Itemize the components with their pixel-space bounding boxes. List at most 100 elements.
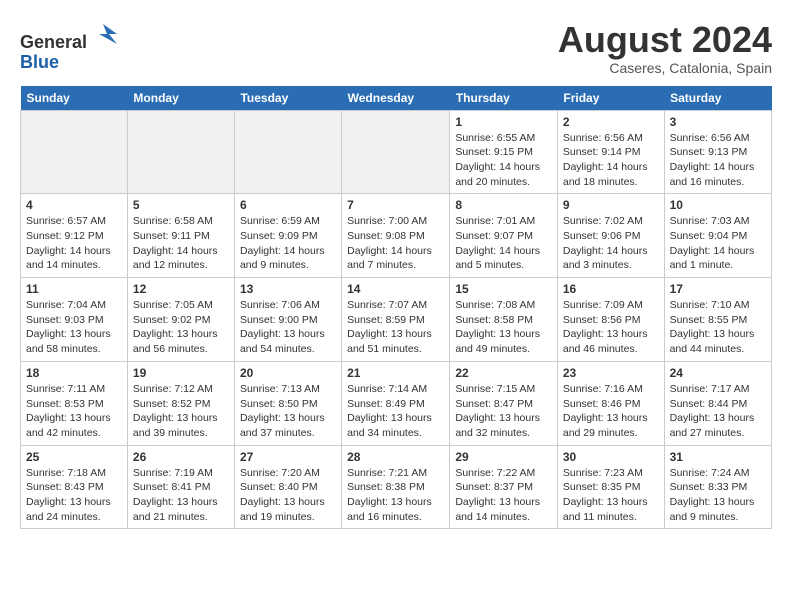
day-info: Sunrise: 6:59 AM Sunset: 9:09 PM Dayligh… <box>240 214 336 273</box>
calendar-cell: 2 Sunrise: 6:56 AM Sunset: 9:14 PM Daylig… <box>557 110 664 194</box>
day-info: Sunrise: 7:21 AM Sunset: 8:38 PM Dayligh… <box>347 466 444 525</box>
day-number: 29 <box>455 450 552 464</box>
day-number: 12 <box>133 282 229 296</box>
calendar-cell: 14 Sunrise: 7:07 AM Sunset: 8:59 PM Dayli… <box>342 278 450 362</box>
weekday-header-wednesday: Wednesday <box>342 86 450 111</box>
day-info: Sunrise: 6:58 AM Sunset: 9:11 PM Dayligh… <box>133 214 229 273</box>
weekday-header-friday: Friday <box>557 86 664 111</box>
calendar-cell: 11Sunrise: 7:04 AM Sunset: 9:03 PM Dayli… <box>21 278 128 362</box>
day-info: Sunrise: 7:01 AM Sunset: 9:07 PM Dayligh… <box>455 214 552 273</box>
day-number: 6 <box>240 198 336 212</box>
weekday-header-saturday: Saturday <box>664 86 771 111</box>
week-row-2: 4 Sunrise: 6:57 AM Sunset: 9:12 PM Daylig… <box>21 194 772 278</box>
day-info: Sunrise: 7:10 AM Sunset: 8:55 PM Dayligh… <box>670 298 766 357</box>
day-info: Sunrise: 7:00 AM Sunset: 9:08 PM Dayligh… <box>347 214 444 273</box>
week-row-5: 25Sunrise: 7:18 AM Sunset: 8:43 PM Dayli… <box>21 445 772 529</box>
logo: General Blue <box>20 20 117 73</box>
calendar-table: SundayMondayTuesdayWednesdayThursdayFrid… <box>20 86 772 530</box>
month-year-title: August 2024 <box>558 20 772 60</box>
day-number: 7 <box>347 198 444 212</box>
day-info: Sunrise: 7:11 AM Sunset: 8:53 PM Dayligh… <box>26 382 122 441</box>
calendar-cell: 17Sunrise: 7:10 AM Sunset: 8:55 PM Dayli… <box>664 278 771 362</box>
day-info: Sunrise: 7:12 AM Sunset: 8:52 PM Dayligh… <box>133 382 229 441</box>
day-number: 2 <box>563 115 659 129</box>
calendar-cell: 26 Sunrise: 7:19 AM Sunset: 8:41 PM Dayli… <box>127 445 234 529</box>
day-info: Sunrise: 7:18 AM Sunset: 8:43 PM Dayligh… <box>26 466 122 525</box>
calendar-cell: 21Sunrise: 7:14 AM Sunset: 8:49 PM Dayli… <box>342 361 450 445</box>
logo-general: General <box>20 32 87 52</box>
day-info: Sunrise: 7:06 AM Sunset: 9:00 PM Dayligh… <box>240 298 336 357</box>
week-row-1: 1 Sunrise: 6:55 AM Sunset: 9:15 PM Daylig… <box>21 110 772 194</box>
day-number: 26 <box>133 450 229 464</box>
day-info: Sunrise: 7:23 AM Sunset: 8:35 PM Dayligh… <box>563 466 659 525</box>
logo-bird-icon <box>89 20 117 48</box>
day-info: Sunrise: 6:57 AM Sunset: 9:12 PM Dayligh… <box>26 214 122 273</box>
calendar-cell: 13Sunrise: 7:06 AM Sunset: 9:00 PM Dayli… <box>234 278 341 362</box>
calendar-cell: 6 Sunrise: 6:59 AM Sunset: 9:09 PM Daylig… <box>234 194 341 278</box>
day-info: Sunrise: 6:56 AM Sunset: 9:14 PM Dayligh… <box>563 131 659 190</box>
day-number: 31 <box>670 450 766 464</box>
calendar-cell: 30 Sunrise: 7:23 AM Sunset: 8:35 PM Dayli… <box>557 445 664 529</box>
day-number: 24 <box>670 366 766 380</box>
calendar-cell: 10 Sunrise: 7:03 AM Sunset: 9:04 PM Dayli… <box>664 194 771 278</box>
day-number: 30 <box>563 450 659 464</box>
day-info: Sunrise: 7:08 AM Sunset: 8:58 PM Dayligh… <box>455 298 552 357</box>
day-number: 14 <box>347 282 444 296</box>
day-info: Sunrise: 7:20 AM Sunset: 8:40 PM Dayligh… <box>240 466 336 525</box>
calendar-cell <box>21 110 128 194</box>
day-info: Sunrise: 7:15 AM Sunset: 8:47 PM Dayligh… <box>455 382 552 441</box>
week-row-3: 11Sunrise: 7:04 AM Sunset: 9:03 PM Dayli… <box>21 278 772 362</box>
day-number: 1 <box>455 115 552 129</box>
day-info: Sunrise: 7:24 AM Sunset: 8:33 PM Dayligh… <box>670 466 766 525</box>
day-info: Sunrise: 7:05 AM Sunset: 9:02 PM Dayligh… <box>133 298 229 357</box>
calendar-cell: 12 Sunrise: 7:05 AM Sunset: 9:02 PM Dayli… <box>127 278 234 362</box>
day-info: Sunrise: 7:02 AM Sunset: 9:06 PM Dayligh… <box>563 214 659 273</box>
day-number: 9 <box>563 198 659 212</box>
day-number: 5 <box>133 198 229 212</box>
day-info: Sunrise: 7:19 AM Sunset: 8:41 PM Dayligh… <box>133 466 229 525</box>
day-number: 16 <box>563 282 659 296</box>
calendar-cell: 22 Sunrise: 7:15 AM Sunset: 8:47 PM Dayli… <box>450 361 558 445</box>
calendar-cell: 25Sunrise: 7:18 AM Sunset: 8:43 PM Dayli… <box>21 445 128 529</box>
day-number: 10 <box>670 198 766 212</box>
calendar-cell <box>342 110 450 194</box>
calendar-cell: 8 Sunrise: 7:01 AM Sunset: 9:07 PM Daylig… <box>450 194 558 278</box>
day-number: 4 <box>26 198 122 212</box>
calendar-cell: 7 Sunrise: 7:00 AM Sunset: 9:08 PM Daylig… <box>342 194 450 278</box>
day-info: Sunrise: 7:04 AM Sunset: 9:03 PM Dayligh… <box>26 298 122 357</box>
day-info: Sunrise: 7:16 AM Sunset: 8:46 PM Dayligh… <box>563 382 659 441</box>
weekday-header-sunday: Sunday <box>21 86 128 111</box>
calendar-cell: 23Sunrise: 7:16 AM Sunset: 8:46 PM Dayli… <box>557 361 664 445</box>
calendar-cell: 20Sunrise: 7:13 AM Sunset: 8:50 PM Dayli… <box>234 361 341 445</box>
calendar-cell <box>234 110 341 194</box>
page-header: General Blue August 2024 Caseres, Catalo… <box>20 20 772 76</box>
calendar-cell: 31 Sunrise: 7:24 AM Sunset: 8:33 PM Dayli… <box>664 445 771 529</box>
day-number: 21 <box>347 366 444 380</box>
weekday-header-monday: Monday <box>127 86 234 111</box>
calendar-cell: 18Sunrise: 7:11 AM Sunset: 8:53 PM Dayli… <box>21 361 128 445</box>
day-info: Sunrise: 7:03 AM Sunset: 9:04 PM Dayligh… <box>670 214 766 273</box>
day-info: Sunrise: 6:55 AM Sunset: 9:15 PM Dayligh… <box>455 131 552 190</box>
weekday-header-thursday: Thursday <box>450 86 558 111</box>
day-number: 3 <box>670 115 766 129</box>
calendar-cell: 5 Sunrise: 6:58 AM Sunset: 9:11 PM Daylig… <box>127 194 234 278</box>
location-subtitle: Caseres, Catalonia, Spain <box>558 60 772 76</box>
day-info: Sunrise: 6:56 AM Sunset: 9:13 PM Dayligh… <box>670 131 766 190</box>
day-info: Sunrise: 7:13 AM Sunset: 8:50 PM Dayligh… <box>240 382 336 441</box>
weekday-header-tuesday: Tuesday <box>234 86 341 111</box>
day-number: 22 <box>455 366 552 380</box>
calendar-cell: 9 Sunrise: 7:02 AM Sunset: 9:06 PM Daylig… <box>557 194 664 278</box>
day-info: Sunrise: 7:22 AM Sunset: 8:37 PM Dayligh… <box>455 466 552 525</box>
calendar-cell: 1 Sunrise: 6:55 AM Sunset: 9:15 PM Daylig… <box>450 110 558 194</box>
calendar-cell <box>127 110 234 194</box>
day-number: 15 <box>455 282 552 296</box>
weekday-header-row: SundayMondayTuesdayWednesdayThursdayFrid… <box>21 86 772 111</box>
calendar-cell: 3 Sunrise: 6:56 AM Sunset: 9:13 PM Daylig… <box>664 110 771 194</box>
title-block: August 2024 Caseres, Catalonia, Spain <box>558 20 772 76</box>
day-number: 8 <box>455 198 552 212</box>
day-info: Sunrise: 7:07 AM Sunset: 8:59 PM Dayligh… <box>347 298 444 357</box>
calendar-cell: 27 Sunrise: 7:20 AM Sunset: 8:40 PM Dayli… <box>234 445 341 529</box>
day-number: 28 <box>347 450 444 464</box>
calendar-cell: 19Sunrise: 7:12 AM Sunset: 8:52 PM Dayli… <box>127 361 234 445</box>
day-number: 27 <box>240 450 336 464</box>
